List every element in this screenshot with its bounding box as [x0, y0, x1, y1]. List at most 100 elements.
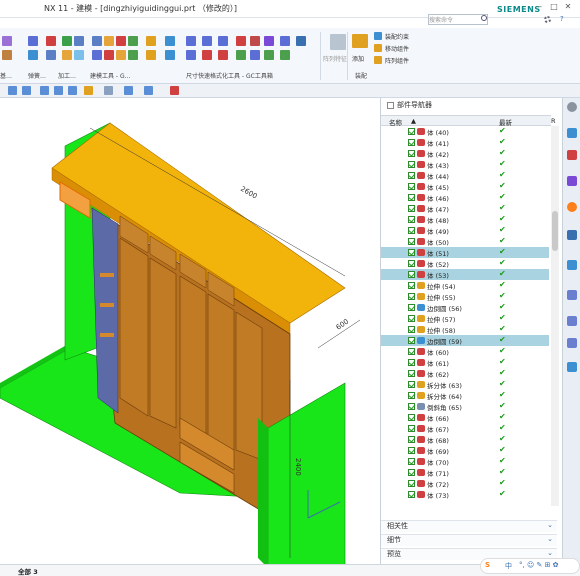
visibility-checkbox[interactable] — [408, 216, 415, 223]
work-layer-icon[interactable] — [104, 86, 113, 95]
delete-dim-icon[interactable] — [236, 36, 246, 46]
visibility-checkbox[interactable] — [408, 480, 415, 487]
tree-row[interactable]: 拉伸 (54) ✔ — [381, 280, 549, 291]
visibility-checkbox[interactable] — [408, 183, 415, 190]
datum-icon[interactable] — [2, 36, 12, 46]
visibility-checkbox[interactable] — [408, 348, 415, 355]
scissors-icon[interactable] — [170, 86, 179, 95]
visibility-checkbox[interactable] — [408, 238, 415, 245]
move-component-icon[interactable] — [374, 44, 382, 52]
tree-row[interactable]: 边倒圆 (56) ✔ — [381, 302, 549, 313]
note-icon[interactable] — [165, 50, 175, 60]
visibility-checkbox[interactable] — [408, 425, 415, 432]
scene-icon[interactable] — [567, 362, 577, 372]
move-component-label[interactable]: 移动组件 — [385, 44, 409, 53]
navigator-scrollbar[interactable] — [551, 126, 559, 506]
visibility-checkbox[interactable] — [408, 293, 415, 300]
tree-row[interactable]: 体 (72) ✔ — [381, 478, 549, 489]
tree-row[interactable]: 拉伸 (58) ✔ — [381, 324, 549, 335]
zoom-icon[interactable] — [22, 86, 31, 95]
move-face-icon[interactable] — [74, 36, 84, 46]
web-browser-icon[interactable] — [567, 230, 577, 240]
dim7-icon[interactable] — [264, 50, 274, 60]
dim-a-icon[interactable] — [218, 36, 228, 46]
tree-row[interactable]: 拉伸 (55) ✔ — [381, 291, 549, 302]
tree-row[interactable]: 倒斜角 (65) ✔ — [381, 401, 549, 412]
visibility-checkbox[interactable] — [408, 414, 415, 421]
group-label[interactable]: 装配 — [355, 71, 367, 80]
part-icon[interactable] — [146, 36, 156, 46]
tree-row[interactable]: 体 (50) ✔ — [381, 236, 549, 247]
navigator-tree[interactable]: 体 (40) ✔ 体 (41) ✔ 体 (42) ✔ 体 (43) ✔ 体 (44) ✔ 体 (45… — [381, 126, 549, 506]
visibility-checkbox[interactable] — [408, 326, 415, 333]
visibility-checkbox[interactable] — [408, 205, 415, 212]
dim5-icon[interactable] — [236, 50, 246, 60]
visibility-checkbox[interactable] — [408, 359, 415, 366]
group-label[interactable]: 基… — [0, 71, 12, 80]
tree-row[interactable]: 体 (47) ✔ — [381, 203, 549, 214]
minimize-button[interactable]: – — [535, 2, 545, 11]
holes-icon[interactable] — [46, 36, 56, 46]
dim-icon[interactable] — [165, 36, 175, 46]
tree-row[interactable]: 体 (51) ✔ — [381, 247, 549, 258]
tree-row[interactable]: 体 (62) ✔ — [381, 368, 549, 379]
x-dim-icon[interactable] — [250, 36, 260, 46]
bht-icon[interactable] — [264, 36, 274, 46]
tree-row[interactable]: 体 (48) ✔ — [381, 214, 549, 225]
dim8-icon[interactable] — [280, 50, 290, 60]
visibility-checkbox[interactable] — [408, 370, 415, 377]
group-label[interactable]: 弹簧… — [28, 71, 46, 80]
visibility-checkbox[interactable] — [408, 304, 415, 311]
array-component-icon[interactable] — [374, 56, 382, 64]
dim3-icon[interactable] — [202, 50, 212, 60]
maximize-button[interactable]: □ — [549, 2, 559, 11]
section-details[interactable]: 细节 ⌄ — [381, 534, 557, 546]
curve-icon[interactable] — [92, 50, 102, 60]
part-navigator-icon[interactable] — [567, 176, 577, 186]
tree-row[interactable]: 拆分体 (64) ✔ — [381, 390, 549, 401]
tree-row[interactable]: 体 (71) ✔ — [381, 467, 549, 478]
triangle-icon[interactable] — [92, 36, 102, 46]
tree-row[interactable]: 体 (61) ✔ — [381, 357, 549, 368]
visibility-checkbox[interactable] — [408, 249, 415, 256]
feature-icon[interactable] — [2, 50, 12, 60]
axis-icon[interactable] — [62, 50, 72, 60]
graphics-viewport[interactable]: 2600 600 2400 — [0, 98, 380, 564]
visibility-checkbox[interactable] — [408, 337, 415, 344]
tree-row[interactable]: 边倒圆 (59) ✔ — [381, 335, 549, 346]
wardrobe-model[interactable]: 2600 600 2400 — [0, 98, 380, 564]
visibility-checkbox[interactable] — [408, 172, 415, 179]
tree-row[interactable]: 体 (40) ✔ — [381, 126, 549, 137]
block-icon[interactable] — [46, 50, 56, 60]
gear-icon[interactable] — [544, 16, 551, 23]
visibility-checkbox[interactable] — [408, 447, 415, 454]
cut-icon[interactable] — [28, 50, 38, 60]
command-search-input[interactable]: 搜索命令 — [428, 14, 488, 25]
arrow-dim-icon[interactable] — [296, 36, 306, 46]
array-component-label[interactable]: 阵列组件 — [385, 56, 409, 65]
group-label[interactable]: 尺寸快速格式化工具 - GC工具箱 — [186, 71, 273, 80]
tree-row[interactable]: 体 (41) ✔ — [381, 137, 549, 148]
visibility-checkbox[interactable] — [408, 491, 415, 498]
history-icon[interactable] — [567, 260, 577, 270]
cylinder-icon[interactable] — [104, 50, 114, 60]
trim-icon[interactable] — [74, 50, 84, 60]
dim4-icon[interactable] — [218, 50, 228, 60]
add-label[interactable]: 添加 — [352, 54, 364, 63]
pattern-feature-icon[interactable] — [330, 34, 346, 50]
sketch-icon[interactable] — [28, 36, 38, 46]
tree-row[interactable]: 体 (66) ✔ — [381, 412, 549, 423]
visibility-checkbox[interactable] — [408, 315, 415, 322]
pan-icon[interactable] — [40, 86, 49, 95]
reuse-library-icon[interactable] — [567, 202, 577, 212]
constraint-navigator-icon[interactable] — [567, 150, 577, 160]
visibility-checkbox[interactable] — [408, 436, 415, 443]
tree-row[interactable]: 体 (70) ✔ — [381, 456, 549, 467]
ime-lang[interactable]: 中 — [505, 561, 512, 571]
assembly-constraint-label[interactable]: 装配约束 — [385, 32, 409, 41]
tree-row[interactable]: 体 (49) ✔ — [381, 225, 549, 236]
dim2-icon[interactable] — [186, 50, 196, 60]
sogou-icon[interactable]: S — [485, 561, 490, 569]
search-icon[interactable] — [481, 15, 487, 21]
visibility-checkbox[interactable] — [408, 150, 415, 157]
